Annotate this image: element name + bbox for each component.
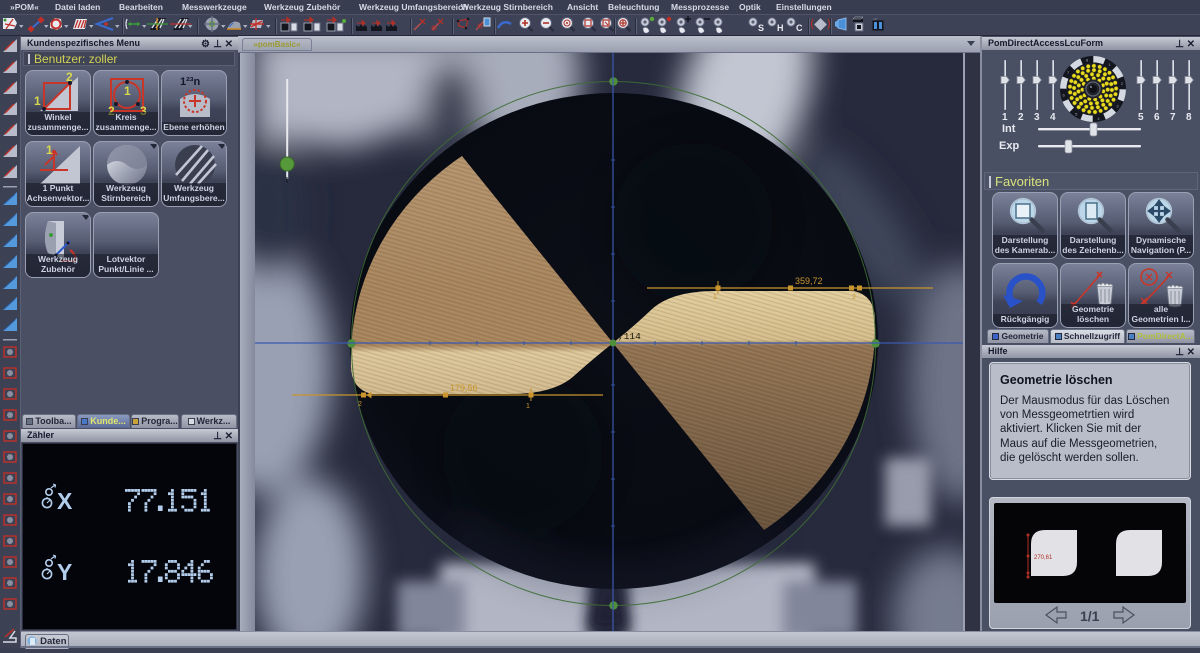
svg-text:X: X [57, 488, 73, 514]
svg-text:Int: Int [1002, 123, 1016, 135]
svg-text:2: 2 [852, 294, 856, 301]
svg-text:1²³n: 1²³n [180, 76, 200, 88]
svg-text:S: S [758, 23, 764, 33]
svg-text:Y: Y [57, 559, 72, 585]
svg-text:1: 1 [713, 294, 717, 301]
svg-text:1: 1 [124, 84, 131, 98]
svg-text:H: H [777, 23, 784, 33]
svg-text:4: 4 [1050, 112, 1056, 123]
svg-text:2: 2 [1018, 112, 1024, 123]
svg-text:270,61: 270,61 [1034, 555, 1053, 561]
svg-text:7: 7 [1170, 112, 1176, 123]
svg-text:1: 1 [1002, 112, 1008, 123]
svg-text:1/1: 1/1 [1080, 608, 1100, 624]
svg-text:5: 5 [1138, 112, 1144, 123]
svg-text:2: 2 [358, 401, 362, 408]
svg-text:1: 1 [526, 403, 530, 410]
svg-text:,114: ,114 [618, 331, 641, 342]
svg-text:Exp: Exp [999, 140, 1019, 152]
svg-text:8: 8 [1186, 112, 1192, 123]
svg-text:359,72: 359,72 [795, 276, 823, 286]
svg-text:179,56: 179,56 [450, 383, 478, 393]
svg-text:1: 1 [46, 143, 53, 157]
svg-text:2: 2 [66, 71, 73, 84]
svg-text:6: 6 [1154, 112, 1160, 123]
svg-text:3: 3 [1034, 112, 1040, 123]
svg-text:1: 1 [34, 94, 41, 108]
svg-text:C: C [796, 23, 803, 33]
